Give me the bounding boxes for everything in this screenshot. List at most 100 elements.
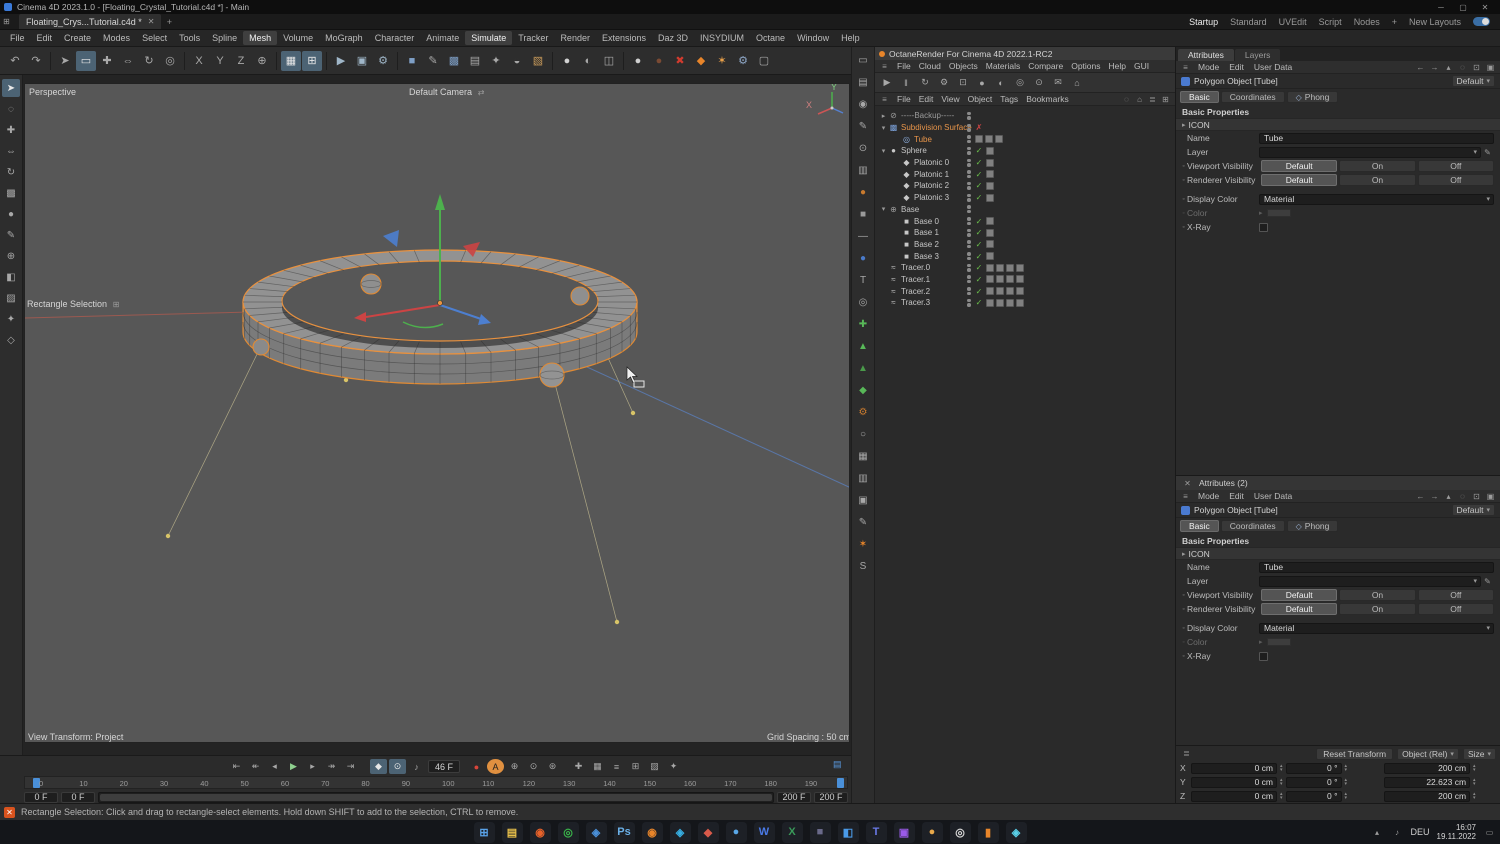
anim-dot-icon[interactable]: ◦ — [1180, 177, 1187, 184]
tree-green-icon[interactable]: ▲ — [854, 361, 872, 376]
misc-icon[interactable]: ◇ — [2, 331, 20, 349]
object-label[interactable]: Platonic 3 — [912, 193, 949, 202]
range-end-marker[interactable] — [837, 778, 844, 788]
enabled-check-icon[interactable]: ✓ — [975, 181, 984, 190]
object-row[interactable]: ▾ ⊕ Base — [875, 204, 1175, 216]
object-row[interactable]: ≈ Tracer.0 ✓ — [875, 262, 1175, 274]
insydium-icon[interactable]: ✶ — [712, 51, 732, 71]
range-start-field[interactable]: 0 F — [24, 791, 58, 803]
visibility-dots-icon[interactable] — [967, 181, 971, 190]
tag-icon[interactable] — [1015, 275, 1024, 284]
icon-group-row[interactable]: ▸ ICON — [1176, 547, 1500, 560]
scrollbar-thumb[interactable] — [100, 793, 772, 801]
visibility-dots-icon[interactable] — [967, 111, 971, 120]
lasso-icon[interactable]: ◌ — [2, 100, 20, 118]
menu-edit[interactable]: Edit — [1225, 62, 1248, 72]
new-window-icon[interactable]: ▣ — [1484, 62, 1497, 73]
renderer-visibility-on-button[interactable]: On — [1339, 174, 1416, 186]
tab-phong[interactable]: ◇ Phong — [1286, 91, 1339, 103]
viewport-visibility-default-button[interactable]: Default — [1261, 160, 1338, 172]
current-frame-field[interactable]: 46 F — [428, 760, 460, 773]
minimize-button[interactable]: ─ — [1430, 1, 1452, 14]
spline-pen-icon[interactable]: ✎ — [423, 51, 443, 71]
tag-icon[interactable] — [985, 193, 994, 202]
tag-icon[interactable] — [985, 217, 994, 226]
mograph-icon[interactable]: ✦ — [486, 51, 506, 71]
spline-icon[interactable]: S — [854, 559, 872, 574]
name-input[interactable]: Tube — [1259, 561, 1494, 573]
om-layout-icon[interactable]: ⊞ — [1159, 94, 1172, 105]
tag-icon[interactable] — [1015, 298, 1024, 307]
tag-icon[interactable] — [995, 287, 1004, 296]
transform-mode-dropdown[interactable]: Object (Rel) — [1397, 747, 1459, 760]
enabled-check-icon[interactable]: ✓ — [975, 228, 984, 237]
material-orange-icon[interactable]: ● — [854, 185, 872, 200]
tag-icon[interactable] — [984, 135, 993, 144]
object-label[interactable]: Base 1 — [912, 228, 939, 237]
xray-checkbox[interactable] — [1259, 651, 1268, 661]
enabled-check-icon[interactable]: ✓ — [975, 146, 984, 155]
tag-icon[interactable] — [995, 263, 1004, 272]
menu-spline[interactable]: Spline — [206, 31, 243, 45]
enabled-check-icon[interactable]: ✓ — [975, 263, 984, 272]
viewport-visibility-on-button[interactable]: On — [1339, 589, 1416, 601]
display-shaded-icon[interactable]: ● — [557, 51, 577, 71]
cube-gray-icon[interactable]: ■ — [854, 207, 872, 222]
visibility-dots-icon[interactable] — [967, 228, 971, 237]
timeline-ruler[interactable]: 0 10 20 30 40 50 60 70 80 90 100 110 120 130 140 150 160… — [24, 776, 848, 789]
last-tool-icon[interactable]: ◎ — [160, 51, 180, 71]
enabled-check-icon[interactable]: ✓ — [975, 193, 984, 202]
maximize-button[interactable]: ▢ — [1452, 1, 1474, 14]
nav-up-icon[interactable]: ▴ — [1442, 62, 1455, 73]
object-label[interactable]: Tube — [912, 135, 932, 144]
nav-forward-icon[interactable]: → — [1428, 62, 1441, 73]
stepper-icon[interactable]: ▴ ▾ — [1345, 778, 1348, 787]
snap-icon[interactable]: ▦ — [281, 50, 301, 71]
grid-icon[interactable]: ▦ — [854, 449, 872, 464]
display-wire-icon[interactable]: ◐ — [578, 51, 598, 71]
object-label[interactable]: Platonic 0 — [912, 158, 949, 167]
next-frame-icon[interactable]: ▸ — [304, 759, 321, 774]
stepper-icon[interactable]: ▴ ▾ — [1280, 792, 1283, 801]
camera-label[interactable]: Default Camera ⇄ — [409, 87, 488, 98]
timeline-tick[interactable]: 40 — [200, 779, 208, 788]
layout-script[interactable]: Script — [1319, 17, 1342, 27]
timeline-tick[interactable]: 130 — [563, 779, 576, 788]
object-row[interactable]: ▾ ● Sphere ✓ — [875, 145, 1175, 157]
layout-startup[interactable]: Startup — [1189, 17, 1218, 27]
enabled-check-icon[interactable]: ✓ — [975, 252, 984, 261]
pen-icon[interactable]: ✎ — [2, 226, 20, 244]
stepper-icon[interactable]: ▴ ▾ — [1280, 764, 1283, 773]
stepper-icon[interactable]: ▴ ▾ — [1280, 778, 1283, 787]
timeline-tick[interactable]: 140 — [603, 779, 616, 788]
menu-edit[interactable]: Edit — [1225, 491, 1248, 501]
viewport-visibility-off-button[interactable]: Off — [1417, 589, 1494, 601]
menu-help[interactable]: Help — [835, 31, 866, 45]
panel-menu-icon[interactable]: ≡ — [1179, 62, 1192, 73]
stepper-icon[interactable]: ▴ ▾ — [1345, 764, 1348, 773]
material-half-icon[interactable]: ◐ — [993, 75, 1009, 91]
visibility-dots-icon[interactable] — [967, 135, 971, 144]
size-y-input[interactable]: 22.623 cm — [1384, 776, 1471, 788]
om-search-icon[interactable]: ◌ — [1120, 94, 1133, 105]
notifications-icon[interactable]: ▭ — [1483, 827, 1496, 838]
timeline-scrollbar[interactable] — [98, 791, 774, 803]
text-tool-icon[interactable]: T — [854, 273, 872, 288]
timeline-tick[interactable]: 50 — [241, 779, 249, 788]
render-view-icon[interactable]: ▶ — [331, 51, 351, 71]
object-row[interactable]: ≈ Tracer.3 ✓ — [875, 297, 1175, 309]
tray-expand-icon[interactable]: ▴ — [1371, 827, 1384, 838]
visibility-dots-icon[interactable] — [967, 240, 971, 249]
gear-orange-icon[interactable]: ⚙ — [854, 405, 872, 420]
timeline-tick[interactable]: 80 — [361, 779, 369, 788]
split-view-icon[interactable]: ◫ — [599, 51, 619, 71]
menu-file[interactable]: File — [893, 61, 915, 71]
camera-icon[interactable]: ▤ — [465, 51, 485, 71]
size-x-input[interactable]: 200 cm — [1384, 762, 1471, 774]
tab-basic[interactable]: Basic — [1180, 91, 1219, 103]
menu-user-data[interactable]: User Data — [1250, 62, 1296, 72]
coords-menu-icon[interactable]: ≣ — [1180, 748, 1193, 759]
display-color-dropdown[interactable]: Material — [1259, 193, 1494, 205]
sphere-small-icon[interactable]: ○ — [854, 427, 872, 442]
render-picture-viewer-icon[interactable]: ▣ — [352, 51, 372, 71]
